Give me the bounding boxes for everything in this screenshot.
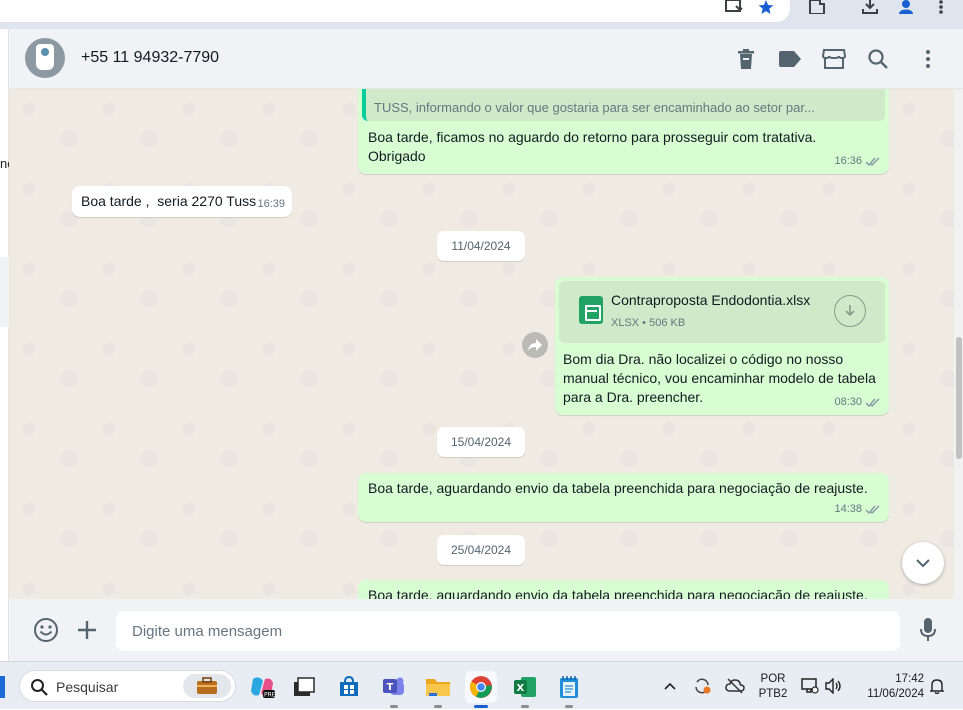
- document-attachment[interactable]: Contraproposta Endodontia.xlsx XLSX • 50…: [559, 281, 885, 343]
- taskbar-search-placeholder: Pesquisar: [56, 679, 119, 695]
- chrome-icon[interactable]: [465, 671, 497, 708]
- keyboard-layout-code: PTB2: [758, 688, 788, 700]
- search-icon: [31, 679, 48, 696]
- profile-avatar-icon[interactable]: [896, 0, 916, 14]
- bookmark-star-icon[interactable]: [756, 0, 776, 14]
- quoted-message-text: TUSS, informando o valor que gostaria pa…: [374, 100, 815, 115]
- message-bubble-outgoing[interactable]: TUSS, informando o valor que gostaria pa…: [358, 89, 889, 174]
- sync-update-icon[interactable]: [691, 662, 713, 710]
- message-bubble-document[interactable]: Contraproposta Endodontia.xlsx XLSX • 50…: [555, 277, 889, 415]
- search-icon[interactable]: [866, 47, 890, 71]
- scroll-to-bottom-button[interactable]: [902, 542, 944, 584]
- date-separator: 15/04/2024: [437, 427, 525, 457]
- svg-text:X: X: [517, 683, 525, 694]
- browser-toolbar: [0, 0, 963, 29]
- double-check-icon: [865, 157, 880, 166]
- network-ethernet-icon[interactable]: [800, 662, 820, 710]
- system-clock[interactable]: 17:42 11/06/2024: [854, 672, 924, 702]
- language-code: POR: [760, 673, 786, 685]
- clock-time: 17:42: [895, 673, 924, 685]
- forward-icon[interactable]: [522, 332, 548, 358]
- taskbar: Pesquisar PRE T X POR PTB2 17:42 11/06/2…: [0, 661, 963, 709]
- app-running-indicator: [434, 705, 442, 708]
- chat-scrollbar[interactable]: [954, 89, 963, 599]
- message-text: Boa tarde, ficamos no aguardo do retorno…: [368, 129, 817, 164]
- download-icon[interactable]: [834, 295, 866, 327]
- message-bubble-incoming[interactable]: Boa tarde , seria 2270 Tuss 16:39: [72, 186, 292, 217]
- copilot-icon[interactable]: PRE: [246, 671, 278, 703]
- excel-icon[interactable]: X: [509, 671, 541, 708]
- date-separator: 11/04/2024: [437, 231, 525, 261]
- message-meta: 08:30: [834, 393, 881, 412]
- install-app-icon[interactable]: [724, 0, 744, 14]
- show-hidden-icons-chevron-up-icon[interactable]: [662, 662, 678, 710]
- svg-text:T: T: [387, 682, 394, 693]
- message-composer: [9, 599, 963, 661]
- catalog-store-icon[interactable]: [822, 47, 846, 71]
- app-running-indicator: [390, 705, 398, 708]
- message-list[interactable]: TUSS, informando o valor que gostaria pa…: [9, 89, 954, 599]
- message-text: Boa tarde , seria 2270 Tuss: [81, 193, 257, 209]
- chat-header: +55 11 94932-7790: [9, 29, 963, 89]
- cloud-offline-icon[interactable]: [724, 662, 746, 710]
- document-file-meta: XLSX • 506 KB: [611, 317, 686, 329]
- downloads-icon[interactable]: [860, 0, 880, 14]
- double-check-icon: [865, 505, 880, 514]
- teams-icon[interactable]: T: [378, 671, 410, 708]
- delete-icon[interactable]: [734, 47, 758, 71]
- message-bubble-outgoing[interactable]: Boa tarde, aguardando envio da tabela pr…: [358, 473, 889, 522]
- scrollbar-thumb[interactable]: [956, 337, 962, 459]
- contact-name[interactable]: +55 11 94932-7790: [81, 49, 219, 67]
- task-view-icon[interactable]: [288, 671, 320, 703]
- message-text: Boa tarde, aguardando envio da tabela pr…: [368, 480, 868, 496]
- briefcase-icon: [183, 674, 231, 698]
- input-language-indicator[interactable]: POR PTB2: [758, 672, 788, 702]
- file-explorer-icon[interactable]: [422, 671, 454, 708]
- app-active-indicator: [474, 705, 488, 708]
- clock-date: 11/06/2024: [867, 688, 924, 700]
- message-meta: 14:38: [834, 500, 881, 519]
- quoted-message[interactable]: TUSS, informando o valor que gostaria pa…: [362, 89, 885, 121]
- double-check-icon: [865, 398, 880, 407]
- message-text: Boa tarde, aguardando envio da tabela pr…: [368, 587, 868, 599]
- message-time: 08:30: [834, 396, 862, 408]
- taskbar-search[interactable]: Pesquisar: [19, 670, 236, 702]
- chat-menu-icon[interactable]: [916, 47, 940, 71]
- svg-text:PRE: PRE: [264, 692, 275, 699]
- volume-icon[interactable]: [823, 662, 845, 710]
- store-icon[interactable]: [333, 671, 365, 703]
- notepad-icon[interactable]: [553, 671, 585, 708]
- label-icon[interactable]: [778, 47, 802, 71]
- spreadsheet-icon: [579, 296, 603, 324]
- address-bar[interactable]: [0, 0, 790, 22]
- app-running-indicator: [521, 705, 529, 708]
- microphone-icon[interactable]: [914, 616, 942, 644]
- chevron-down-icon: [916, 558, 930, 567]
- emoji-icon[interactable]: [32, 616, 60, 644]
- message-bubble-outgoing[interactable]: Boa tarde, aguardando envio da tabela pr…: [358, 580, 889, 599]
- date-separator: 25/04/2024: [437, 535, 525, 565]
- message-meta: 16:36: [834, 152, 881, 171]
- start-button-fragment[interactable]: [0, 676, 5, 698]
- document-file-name: Contraproposta Endodontia.xlsx: [611, 292, 811, 308]
- app-running-indicator: [565, 705, 573, 708]
- message-input[interactable]: [116, 611, 900, 651]
- chat-list-fragment: ne: [0, 29, 14, 661]
- extensions-icon[interactable]: [807, 0, 827, 14]
- attach-plus-icon[interactable]: [73, 616, 101, 644]
- browser-menu-icon[interactable]: [934, 0, 948, 14]
- notification-bell-icon[interactable]: [928, 662, 946, 710]
- avatar[interactable]: [25, 38, 65, 78]
- chat-list-selected-row[interactable]: [0, 257, 9, 327]
- message-time: 16:36: [834, 155, 862, 167]
- message-time: 14:38: [834, 503, 862, 515]
- message-time: 16:39: [257, 198, 285, 210]
